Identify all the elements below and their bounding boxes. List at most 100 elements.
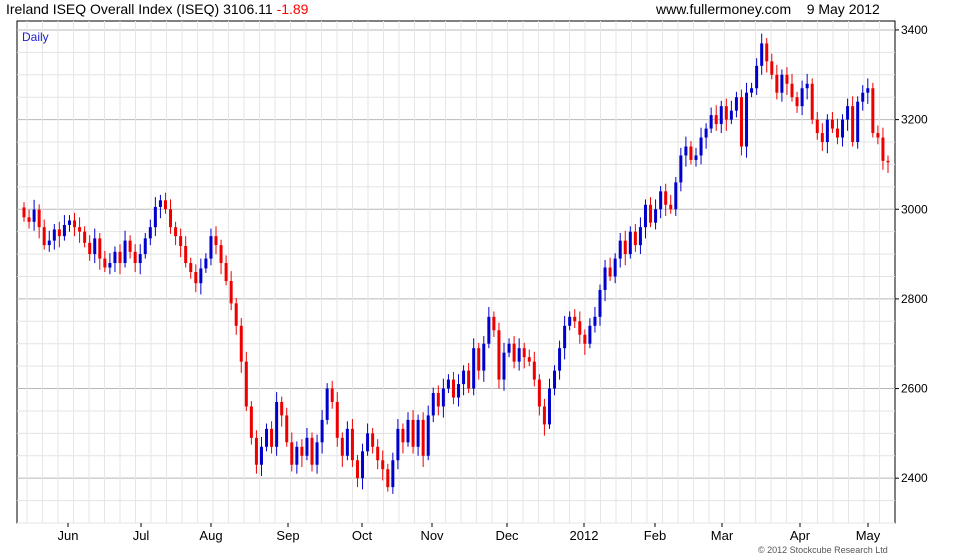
candle-up (805, 83, 809, 89)
x-tick-label: 2012 (570, 528, 599, 543)
candle-up (259, 446, 263, 465)
candle-up (158, 200, 162, 208)
candle-down (436, 393, 440, 407)
candle-up (265, 428, 269, 447)
candle-down (174, 227, 178, 237)
price-chart: 2400 2600 2800 3000 3200 3400 Jun Jul Aug Sep Oct N… (16, 20, 928, 543)
candle-down (623, 240, 627, 255)
candle-up (856, 101, 860, 143)
candle-up (729, 110, 733, 120)
candle-up (113, 251, 117, 264)
candle-up (204, 258, 208, 269)
candle-down (229, 280, 233, 304)
candle-down (765, 43, 769, 62)
candle-down (350, 428, 354, 461)
candle-down (189, 263, 193, 272)
candle-down (401, 428, 405, 443)
candle-up (603, 267, 607, 290)
candle-down (128, 240, 132, 252)
candle-up (643, 204, 647, 228)
candle-up (143, 238, 147, 255)
candle-up (638, 227, 642, 246)
candle-up (745, 92, 749, 147)
candle-down (381, 460, 385, 470)
candle-up (613, 258, 617, 277)
x-tick-label: Jun (58, 528, 79, 543)
candle-down (467, 370, 471, 389)
candle-down (785, 74, 789, 84)
candle-down (477, 348, 481, 371)
candle-down (770, 61, 774, 75)
candle-down (573, 316, 577, 322)
candle-down (254, 437, 258, 465)
candle-up (558, 348, 562, 371)
candle-down (537, 379, 541, 407)
candle-down (421, 419, 425, 456)
candle-down (179, 236, 183, 247)
candle-down (270, 428, 274, 447)
candle-up (704, 128, 708, 138)
candle-down (37, 209, 41, 228)
candle-down (300, 446, 304, 456)
y-tick-label: 3200 (901, 113, 928, 127)
candle-up (462, 370, 466, 385)
candle-down (355, 460, 359, 479)
candle-down (335, 401, 339, 438)
candle-up (305, 437, 309, 456)
candle-down (451, 379, 455, 398)
candle-up (315, 442, 319, 465)
x-tick-label: Mar (711, 528, 734, 543)
candle-up (325, 388, 329, 420)
candle-up (138, 254, 142, 264)
candle-down (881, 137, 885, 161)
candle-down (633, 231, 637, 246)
candle-down (73, 220, 77, 228)
candle-down (522, 348, 526, 358)
candle-down (83, 231, 87, 243)
candle-up (295, 446, 299, 465)
candle-down (290, 442, 294, 465)
candle-up (684, 146, 688, 156)
candle-up (563, 325, 567, 349)
y-tick-label: 2400 (901, 471, 928, 485)
candle-down (851, 106, 855, 143)
candle-up (62, 224, 66, 237)
candle-down (386, 469, 390, 488)
candle-up (825, 119, 829, 143)
candle-down (835, 128, 839, 138)
candle-up (719, 106, 723, 125)
candle-down (876, 133, 880, 138)
x-tick-label: May (856, 528, 881, 543)
candle-up (406, 419, 410, 443)
candle-down (234, 303, 238, 326)
period-label: Daily (22, 30, 49, 44)
candle-up (659, 191, 663, 210)
candle-down (820, 133, 824, 143)
candle-up (396, 428, 400, 461)
candle-up (750, 88, 754, 93)
candle-up (760, 43, 764, 66)
candle-up (446, 379, 450, 389)
candle-down (214, 236, 218, 246)
candle-down (795, 97, 799, 107)
candle-up (618, 240, 622, 259)
candle-up (416, 419, 420, 447)
candle-down (249, 406, 253, 438)
candle-down (669, 204, 673, 210)
candle-down (714, 115, 718, 125)
candle-down (133, 251, 137, 264)
candle-down (492, 316, 496, 331)
candle-down (886, 160, 890, 163)
x-tick-label: Jul (133, 528, 150, 543)
candle-up (457, 384, 461, 398)
candle-up (391, 460, 395, 488)
candle-up (780, 74, 784, 93)
candle-up (588, 325, 592, 344)
candle-down (184, 246, 188, 264)
candle-up (654, 209, 658, 223)
candle-up (47, 240, 51, 246)
candle-up (517, 348, 521, 362)
candle-up (734, 97, 738, 111)
candle-up (553, 370, 557, 389)
candle-up (755, 65, 759, 89)
